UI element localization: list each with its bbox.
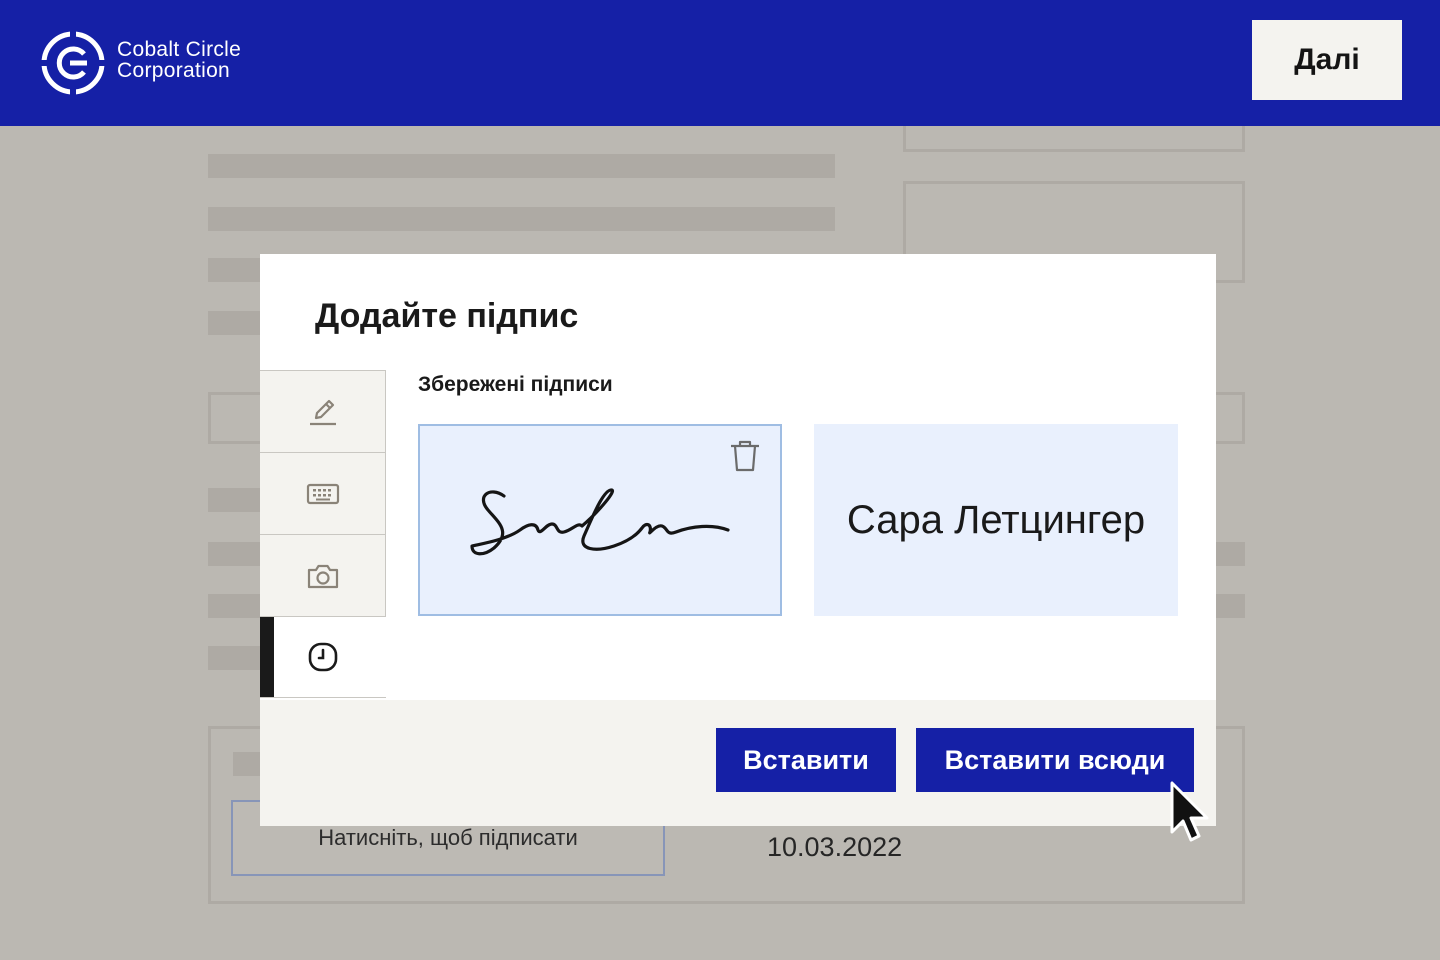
signature-method-tabs: [260, 370, 386, 698]
doc-placeholder-line: [208, 207, 835, 231]
clock-icon: [308, 642, 338, 672]
keyboard-icon: [306, 483, 339, 504]
doc-placeholder-line: [208, 542, 268, 566]
mouse-cursor-icon: [1170, 781, 1209, 842]
click-to-sign-label: Натисніть, щоб підписати: [318, 825, 578, 850]
next-button[interactable]: Далі: [1252, 20, 1402, 100]
doc-placeholder-line: [208, 594, 268, 618]
doc-placeholder-line: [208, 646, 268, 670]
app-header: Cobalt Circle Corporation Далі: [0, 0, 1440, 126]
tab-upload-photo[interactable]: [260, 534, 386, 616]
drawn-signature-image: [470, 488, 730, 556]
saved-signatures-heading: Збережені підписи: [418, 373, 613, 396]
doc-placeholder-line: [208, 311, 268, 335]
brand-line-1: Cobalt Circle: [117, 38, 242, 61]
tab-type[interactable]: [260, 452, 386, 534]
typed-signature-text: Сара Летцингер: [846, 497, 1146, 542]
insert-everywhere-button[interactable]: Вставити всюди: [916, 728, 1194, 792]
brand-line-2: Corporation: [117, 59, 231, 82]
camera-icon: [307, 564, 338, 588]
trash-icon[interactable]: [728, 438, 762, 474]
dialog-footer: Вставити Вставити всюди: [260, 700, 1216, 826]
pencil-icon: [309, 399, 336, 425]
insert-button[interactable]: Вставити: [716, 728, 896, 792]
doc-placeholder-line: [208, 154, 835, 178]
dialog-title: Додайте підпис: [315, 297, 579, 335]
saved-signature-drawn[interactable]: [418, 424, 782, 616]
document-date: 10.03.2022: [767, 832, 903, 862]
tab-saved[interactable]: [260, 616, 386, 698]
doc-placeholder-line: [208, 488, 268, 512]
saved-signature-typed[interactable]: Сара Летцингер: [814, 424, 1178, 616]
brand-name: Cobalt Circle Corporation: [117, 39, 241, 81]
add-signature-dialog: Додайте підпис Збережені підписи Сара Ле…: [260, 254, 1216, 826]
tab-draw[interactable]: [260, 370, 386, 452]
doc-placeholder-line: [208, 258, 268, 282]
doc-placeholder-box: [208, 392, 268, 444]
cobalt-circle-logo-icon: [40, 30, 106, 96]
